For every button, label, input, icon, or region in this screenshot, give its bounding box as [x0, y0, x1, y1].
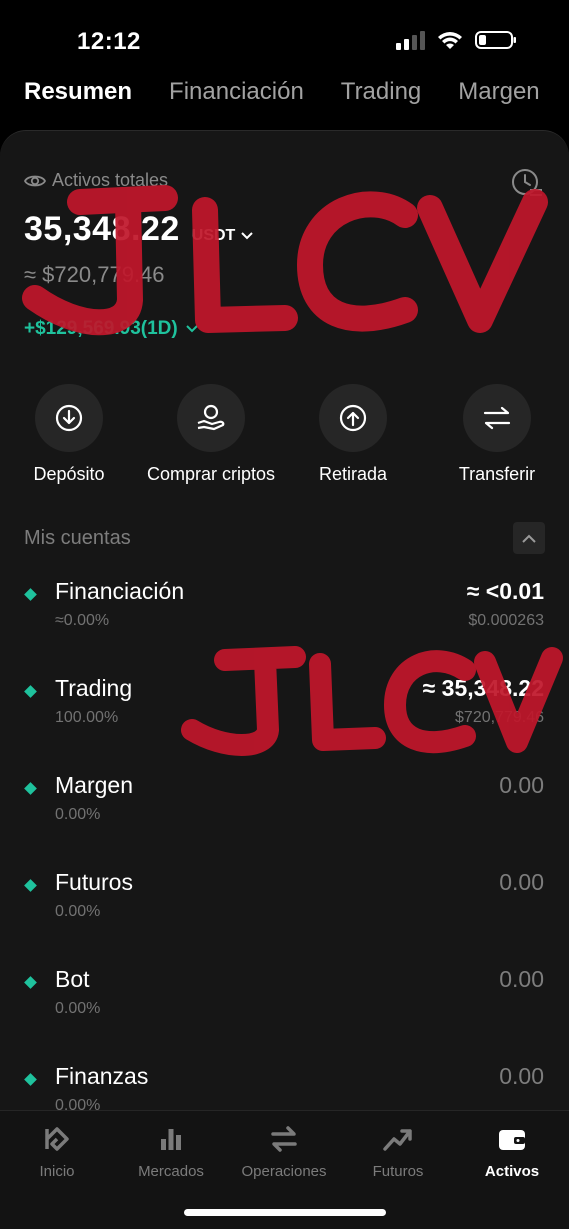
- upload-icon: [339, 404, 367, 432]
- withdraw-button[interactable]: Retirada: [273, 384, 433, 485]
- account-name: Trading: [55, 675, 133, 701]
- buy-crypto-circle: [177, 384, 245, 452]
- total-balance: 35,348.22: [24, 210, 180, 248]
- account-value: ≈ 35,348.22: [422, 675, 544, 701]
- home-logo-icon: [45, 1127, 69, 1151]
- nav-label: Mercados: [138, 1163, 204, 1180]
- transfer-icon: [483, 406, 511, 430]
- hand-coin-icon: [197, 404, 225, 431]
- tab-financiacion[interactable]: Financiación: [169, 78, 304, 106]
- buy-crypto-button[interactable]: Comprar criptos: [131, 384, 291, 485]
- top-tabs: Resumen Financiación Trading Margen: [24, 78, 540, 106]
- deposit-circle: [35, 384, 103, 452]
- account-value: 0.00: [499, 1063, 544, 1089]
- account-percent: 0.00%: [55, 1000, 101, 1017]
- bar-chart-icon: [161, 1129, 181, 1150]
- account-name: Finanzas: [55, 1063, 149, 1089]
- account-row-bot[interactable]: Bot 0.00% 0.00: [0, 966, 569, 1046]
- total-balance-row: 35,348.22 USDT: [24, 210, 254, 249]
- transfer-label: Transferir: [458, 464, 536, 484]
- tab-resumen[interactable]: Resumen: [24, 78, 132, 106]
- account-percent: 0.00%: [55, 903, 101, 920]
- account-name: Bot: [55, 966, 90, 992]
- nav-futuros[interactable]: Futuros: [341, 1125, 455, 1180]
- account-row-financiacion[interactable]: Financiación ≈0.00% ≈ <0.01 $0.000263: [0, 578, 569, 658]
- account-bullet: [24, 976, 37, 989]
- chevron-down-icon: [185, 325, 198, 333]
- account-bullet: [24, 685, 37, 698]
- account-percent: 0.00%: [55, 806, 101, 823]
- account-row-futuros[interactable]: Futuros 0.00% 0.00: [0, 869, 569, 949]
- account-name: Futuros: [55, 869, 133, 895]
- status-icons: [395, 30, 517, 50]
- total-assets-text: Activos totales: [52, 170, 169, 190]
- account-bullet: [24, 879, 37, 892]
- eye-icon[interactable]: [24, 173, 46, 189]
- account-bullet: [24, 1073, 37, 1086]
- nav-label: Futuros: [372, 1163, 424, 1180]
- transfer-button[interactable]: Transferir: [417, 384, 569, 485]
- withdraw-label: Retirada: [318, 464, 388, 484]
- accounts-header: Mis cuentas: [24, 522, 545, 554]
- chevron-down-icon: [241, 232, 254, 240]
- account-row-margen[interactable]: Margen 0.00% 0.00: [0, 772, 569, 852]
- account-value: 0.00: [499, 966, 544, 992]
- deposit-label: Depósito: [33, 464, 105, 484]
- account-bullet: [24, 782, 37, 795]
- account-value: ≈ <0.01: [466, 578, 544, 604]
- buy-crypto-label: Comprar criptos: [146, 464, 276, 484]
- nav-inicio[interactable]: Inicio: [0, 1125, 114, 1180]
- total-assets-label: Activos totales: [24, 170, 168, 191]
- transfer-circle: [463, 384, 531, 452]
- account-fiat: $720,779.46: [455, 709, 544, 726]
- nav-label: Operaciones: [241, 1163, 327, 1180]
- nav-activos[interactable]: Activos: [455, 1125, 569, 1180]
- account-row-trading[interactable]: Trading 100.00% ≈ 35,348.22 $720,779.46: [0, 675, 569, 755]
- nav-label: Inicio: [39, 1163, 75, 1180]
- tab-margen[interactable]: Margen: [458, 78, 539, 106]
- wifi-icon: [438, 32, 462, 49]
- deposit-button[interactable]: Depósito: [0, 384, 149, 485]
- total-fiat-value: ≈ $720,779.46: [24, 262, 165, 287]
- chevron-up-icon: [522, 534, 536, 543]
- pnl-value: +$129,569.93(1D): [24, 318, 178, 339]
- accounts-title: Mis cuentas: [24, 526, 131, 549]
- account-percent: ≈0.00%: [55, 612, 110, 629]
- account-value: 0.00: [499, 772, 544, 798]
- currency-selector[interactable]: USDT: [192, 227, 254, 245]
- home-indicator: [184, 1209, 386, 1216]
- pnl-badge[interactable]: +$129,569.93(1D): [24, 318, 198, 340]
- withdraw-circle: [319, 384, 387, 452]
- quick-actions: Depósito Comprar criptos Retirada Transf…: [0, 384, 569, 484]
- tab-trading[interactable]: Trading: [341, 78, 421, 106]
- download-icon: [55, 404, 83, 432]
- account-fiat: $0.000263: [468, 612, 544, 629]
- status-time: 12:12: [77, 28, 141, 55]
- account-value: 0.00: [499, 869, 544, 895]
- signal-icon: [396, 31, 425, 50]
- wallet-icon: [499, 1130, 525, 1150]
- account-name: Financiación: [55, 578, 185, 604]
- account-percent: 100.00%: [55, 709, 119, 726]
- nav-label: Activos: [484, 1163, 540, 1180]
- account-bullet: [24, 588, 37, 601]
- battery-icon: [475, 31, 516, 49]
- trend-up-icon: [383, 1129, 412, 1151]
- nav-operaciones[interactable]: Operaciones: [227, 1125, 341, 1180]
- history-icon[interactable]: [511, 168, 543, 200]
- currency-label: USDT: [191, 227, 236, 244]
- collapse-button[interactable]: [513, 522, 545, 554]
- account-name: Margen: [55, 772, 133, 798]
- nav-mercados[interactable]: Mercados: [114, 1125, 228, 1180]
- status-bar: 12:12: [0, 0, 569, 70]
- swap-icon: [271, 1126, 297, 1152]
